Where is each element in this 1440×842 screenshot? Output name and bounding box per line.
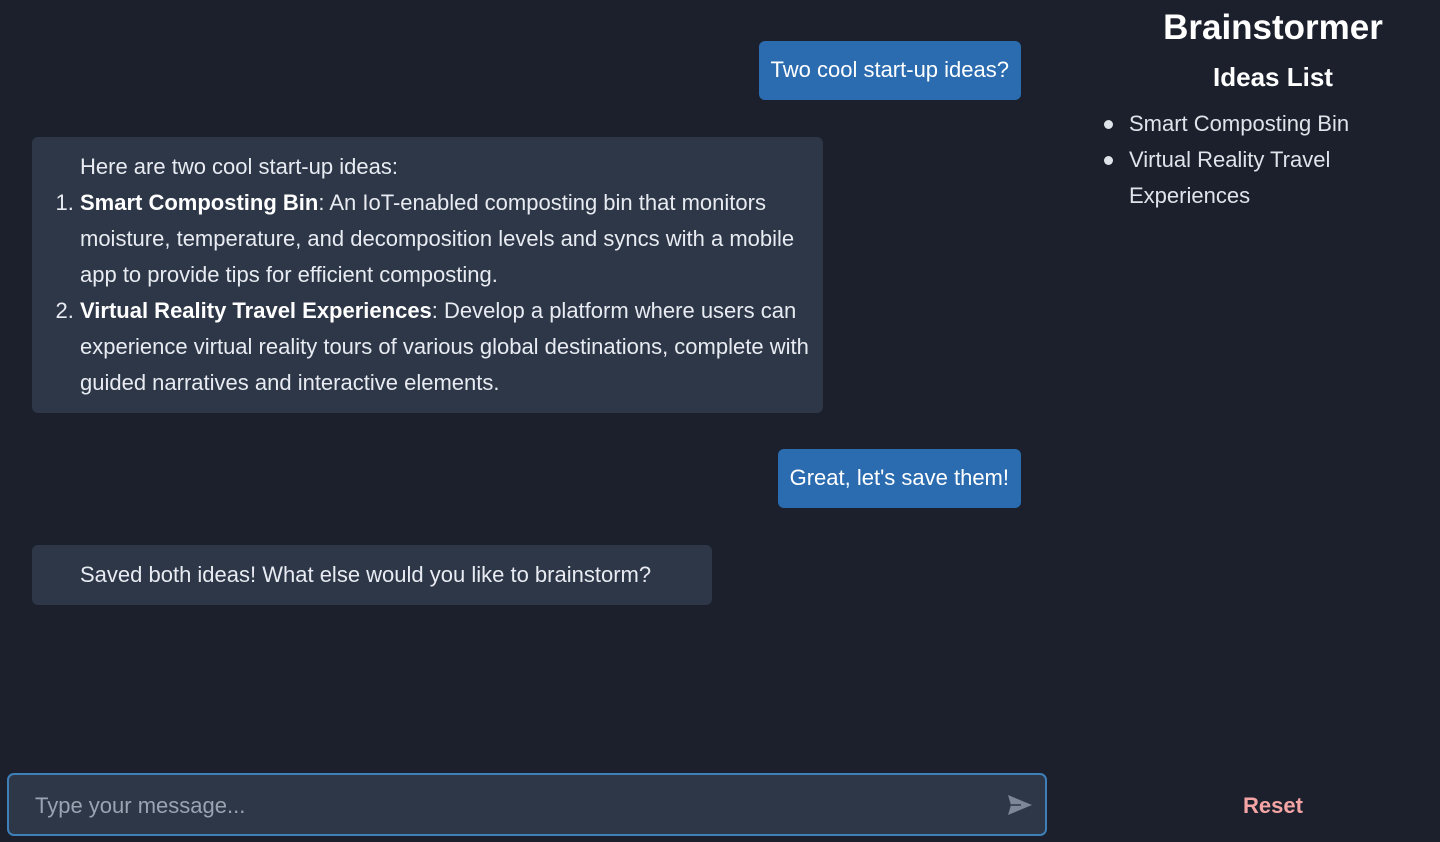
ideas-list-title: Ideas List — [1213, 62, 1333, 92]
idea-label: Virtual Reality Travel Experiences — [1129, 147, 1331, 208]
assistant-message-intro: Here are two cool start-up ideas: — [80, 154, 398, 179]
list-item: Virtual Reality Travel Experiences: Deve… — [80, 293, 823, 401]
chat-panel: Two cool start-up ideas? Here are two co… — [0, 0, 1060, 842]
message-input[interactable] — [33, 775, 997, 836]
list-item: Smart Composting Bin: An IoT-enabled com… — [80, 185, 823, 293]
message-composer — [7, 773, 1047, 836]
user-message: Great, let's save them! — [777, 449, 1021, 508]
app-root: Two cool start-up ideas? Here are two co… — [0, 0, 1440, 842]
bullet-icon — [1104, 120, 1113, 129]
bullet-icon — [1104, 156, 1113, 165]
idea-title: Virtual Reality Travel Experiences — [80, 298, 432, 323]
ideas-response-list: Smart Composting Bin: An IoT-enabled com… — [32, 185, 823, 401]
idea-title: Smart Composting Bin — [80, 190, 319, 215]
user-message-text: Two cool start-up ideas? — [770, 57, 1009, 82]
app-title: Brainstormer — [1163, 8, 1383, 47]
user-message-text: Great, let's save them! — [789, 465, 1009, 490]
assistant-message-text: Saved both ideas! What else would you li… — [80, 562, 652, 587]
user-message: Two cool start-up ideas? — [758, 41, 1021, 100]
list-item: Virtual Reality Travel Experiences — [1104, 142, 1429, 214]
assistant-message: Saved both ideas! What else would you li… — [32, 545, 712, 605]
reset-button[interactable]: Reset — [1090, 792, 1440, 820]
sidebar: Brainstormer Ideas List Smart Composting… — [1090, 0, 1440, 842]
assistant-message: Here are two cool start-up ideas: Smart … — [32, 137, 823, 413]
list-item: Smart Composting Bin — [1104, 106, 1429, 142]
idea-label: Smart Composting Bin — [1129, 111, 1350, 136]
send-icon[interactable] — [1007, 793, 1033, 817]
ideas-list: Smart Composting Bin Virtual Reality Tra… — [1104, 106, 1429, 214]
